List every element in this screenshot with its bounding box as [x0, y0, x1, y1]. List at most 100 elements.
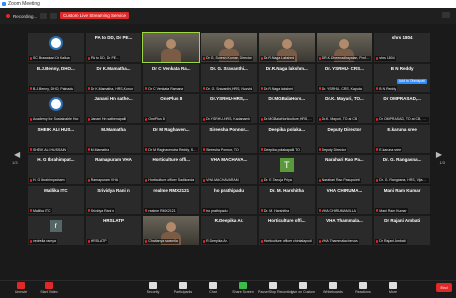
participant-tile[interactable]: Mani Ram Kumar Mani Ram Kumar: [374, 185, 430, 214]
toolbar-label: Security: [146, 290, 160, 294]
participant-name: E.karuna sree: [379, 147, 402, 152]
participant-name-tag: Sireesha Ponnor, TO: [202, 147, 240, 152]
participant-video: [166, 39, 177, 49]
participant-tile[interactable]: Dr.R.Naga Lakshmi: [258, 33, 315, 62]
participant-tile[interactable]: Dr K.Mamatha... Dr K.Mamatha, HRS,Konur: [85, 63, 142, 92]
toolbar-shield-button[interactable]: Security: [138, 282, 168, 295]
participant-tile[interactable]: ho prathipadu ho prathipadu: [201, 185, 257, 214]
view-toggle-button[interactable]: [442, 12, 450, 18]
microphone-muted-icon: [30, 209, 32, 212]
participant-tile[interactable]: Sireesha Ponnor... Sireesha Ponnor, TO: [201, 124, 257, 153]
participant-name-tag: Dr K.Mamatha, HRS,Konur: [86, 86, 134, 91]
participant-tile[interactable]: Dr.MGBalaHors... Dr.MGBalaHorticulture,HR…: [258, 94, 315, 123]
participant-tile[interactable]: M.Mamatha M.Mamatha: [85, 124, 142, 153]
participant-name: Horticulture officer chintalapudi: [263, 239, 312, 243]
participant-tile[interactable]: R.Deepika Ar. R.Deepika Ar.: [201, 216, 257, 245]
participant-tile[interactable]: Janani Hn sathe... Janani Hn sathenapalli: [85, 94, 142, 123]
participant-tile[interactable]: VHA MACHAVA... VHA MACHAVARAM: [201, 155, 257, 184]
participant-name-tag: shrs 1804: [375, 55, 396, 61]
participant-tile[interactable]: Dr. M. Harshitha Dr. M. Harshitha: [258, 185, 315, 214]
participant-tile[interactable]: Dr. G. Rangasna... Dr. G. Rangasna, HRS, …: [374, 155, 430, 184]
participant-tile[interactable]: r vedreila ramya: [28, 216, 84, 245]
participant-tile[interactable]: Dr.R.Naga lakshm... Dr.R.Naga lakshmi: [258, 63, 315, 92]
participant-tile[interactable]: VHA Thammala... VHA Thammalacheruvu: [316, 216, 373, 245]
participant-tile[interactable]: HRSLATP HRSLATP: [85, 216, 142, 245]
participant-name: vedreila ramya: [33, 239, 56, 243]
participant-name-tag: Dr C Venkata Ramana: [144, 86, 185, 91]
participant-tile[interactable]: Academy for Sustainable Hor.: [28, 94, 84, 123]
live-icon: [299, 282, 307, 289]
participant-tile[interactable]: Dr.K. Mayuri, TO... Dr.K. Mayuri, TO at C…: [316, 94, 373, 123]
participant-tile[interactable]: Ramapuram VHA Ramapuram VHA: [85, 155, 142, 184]
participant-action-badge[interactable]: Add to Ohmapati: [396, 79, 427, 84]
participant-name-tag: Deepika polakapalli TO: [259, 147, 301, 152]
participant-tile[interactable]: realme RMX2121 realme RMX2121: [143, 185, 200, 214]
participant-tile[interactable]: E.karuna sree E.karuna sree: [374, 124, 430, 153]
participant-tile[interactable]: H. G Ibrahimpat... H. G Ibrahimpatnam: [28, 155, 84, 184]
toolbar-record-button[interactable]: Pause/Stop Recording: [258, 282, 293, 295]
participant-tile[interactable]: T Dr. E.Tanuja Priya: [258, 155, 315, 184]
participant-name-tag: Dr. M. Harshitha: [259, 208, 291, 213]
participant-tile[interactable]: [142, 32, 201, 63]
participant-name: Srividya Rani n: [90, 208, 115, 213]
participant-tile[interactable]: VHA CHIRUMA... VHA CHIRUMAMILLA: [316, 185, 373, 214]
toolbar-share-screen-button[interactable]: Share Screen: [228, 282, 258, 295]
participant-tile[interactable]: Dr C Venkata Ra... Dr C Venkata Ramana: [143, 63, 200, 92]
participant-tile[interactable]: B N Reddy Add to Ohmapati B N Reddy: [374, 63, 430, 92]
participant-display-name: M.Mamatha: [101, 126, 126, 132]
live-stream-badge[interactable]: Custom Live Streaming Service: [60, 12, 130, 19]
toolbar-whiteboard-button[interactable]: Whiteboards: [318, 282, 348, 295]
participant-tile[interactable]: Dr.YSRHU-HRS,... Dr.YSRHU-HRS, Kadanamb: [201, 94, 257, 123]
toolbar-video-off-button[interactable]: Start Video: [34, 282, 64, 295]
participant-tile[interactable]: SC Brawakari Dt Kallua: [28, 33, 84, 62]
participant-tile[interactable]: Deepika polaka... Deepika polakapalli TO: [258, 124, 315, 153]
next-page-arrow-icon[interactable]: ▶: [436, 150, 442, 159]
participant-tile[interactable]: Chaitanya swamila: [143, 216, 200, 245]
participant-tile[interactable]: SHEIK ALI HUS... SHEIK ALI HUSSAIN: [28, 124, 84, 153]
participant-tile[interactable]: PA to DD, Dr PE... PA to DD, Dr PE...: [85, 33, 142, 62]
microphone-muted-icon: [376, 148, 379, 151]
toolbar-reactions-button[interactable]: Reactions: [348, 282, 378, 295]
participant-tile[interactable]: Srividya Rani n Srividya Rani n: [85, 185, 142, 214]
participant-name: M.Mamatha: [90, 147, 110, 152]
avatar: T: [279, 158, 294, 172]
participant-tile[interactable]: Dr M Raghaven... Dr M Raghavendra Reddy, …: [143, 124, 200, 153]
end-meeting-button[interactable]: End: [436, 283, 452, 292]
microphone-muted-icon: [318, 148, 321, 151]
microphone-muted-icon: [318, 87, 321, 90]
pause-recording-button[interactable]: [40, 13, 48, 19]
participant-tile[interactable]: Deputy Director Deputy Director: [316, 124, 373, 153]
microphone-muted-icon: [87, 209, 90, 212]
stop-recording-button[interactable]: [50, 13, 58, 19]
participant-tile[interactable]: Dr. G. Sravanthi... Dr. G. Sravanthi,HRS,…: [201, 63, 257, 92]
participant-name: Dr.YSRHU-HRS, Kadanamb: [206, 117, 251, 121]
microphone-muted-icon: [87, 87, 90, 90]
toolbar-participants-button[interactable]: Participants: [168, 282, 198, 295]
participant-tile[interactable]: Horticulture offi... Horticulture officer…: [258, 216, 315, 245]
participant-tile[interactable]: Dr. YSRHU- CRS... Dr. YSRHU- CRS, Kaputa: [316, 63, 373, 92]
participant-tile[interactable]: Horticulture offi... Horticulture officer…: [143, 155, 200, 184]
participant-tile[interactable]: Narahari Rao Pa... Narahari Rao Pasupulet…: [316, 155, 373, 184]
toolbar-chat-button[interactable]: Chat: [198, 282, 228, 295]
participant-tile[interactable]: Dr Rajani Ambati Dr Rajani Ambati: [374, 216, 430, 245]
participant-tile[interactable]: Dr G, Suresh Kumar, Director: [201, 33, 257, 62]
microphone-muted-icon: [203, 239, 206, 243]
prev-page-arrow-icon[interactable]: ◀: [14, 150, 20, 159]
participant-tile[interactable]: shrs 1804 shrs 1804: [374, 33, 430, 62]
participant-name: Dr.R.Naga Lakshmi: [263, 56, 295, 60]
participant-tile[interactable]: Dr OMPRASAD,... Dr OMPRASAD, TO at CB, Dr…: [374, 94, 430, 123]
participant-tile[interactable]: OnePlus 8 OnePlus 8: [143, 94, 200, 123]
participant-name-tag: realme RMX2121: [144, 208, 177, 213]
participant-name: PA to DD, Dr PE...: [90, 56, 120, 60]
participant-name: SHEIK ALI HUSSAIN: [33, 147, 67, 152]
microphone-muted-icon: [318, 239, 321, 243]
participant-video-body: [161, 49, 182, 62]
participant-tile[interactable]: Mallika ITC Mallika ITC: [28, 185, 84, 214]
participant-tile[interactable]: B.J.Benny, DHO... B.J.Benny, DHO, Palnadu: [28, 63, 84, 92]
toolbar-more-button[interactable]: More: [378, 282, 408, 295]
participant-tile[interactable]: DR.K.Dheenadhayalan, Prof. (Pl): [316, 33, 373, 62]
participant-name-tag: R.Deepika Ar.: [202, 238, 229, 244]
participant-name-tag: B N Reddy: [375, 86, 398, 91]
toolbar-live-button[interactable]: Live on Custom: [288, 282, 318, 295]
toolbar-microphone-muted-button[interactable]: Unmute: [6, 282, 36, 295]
